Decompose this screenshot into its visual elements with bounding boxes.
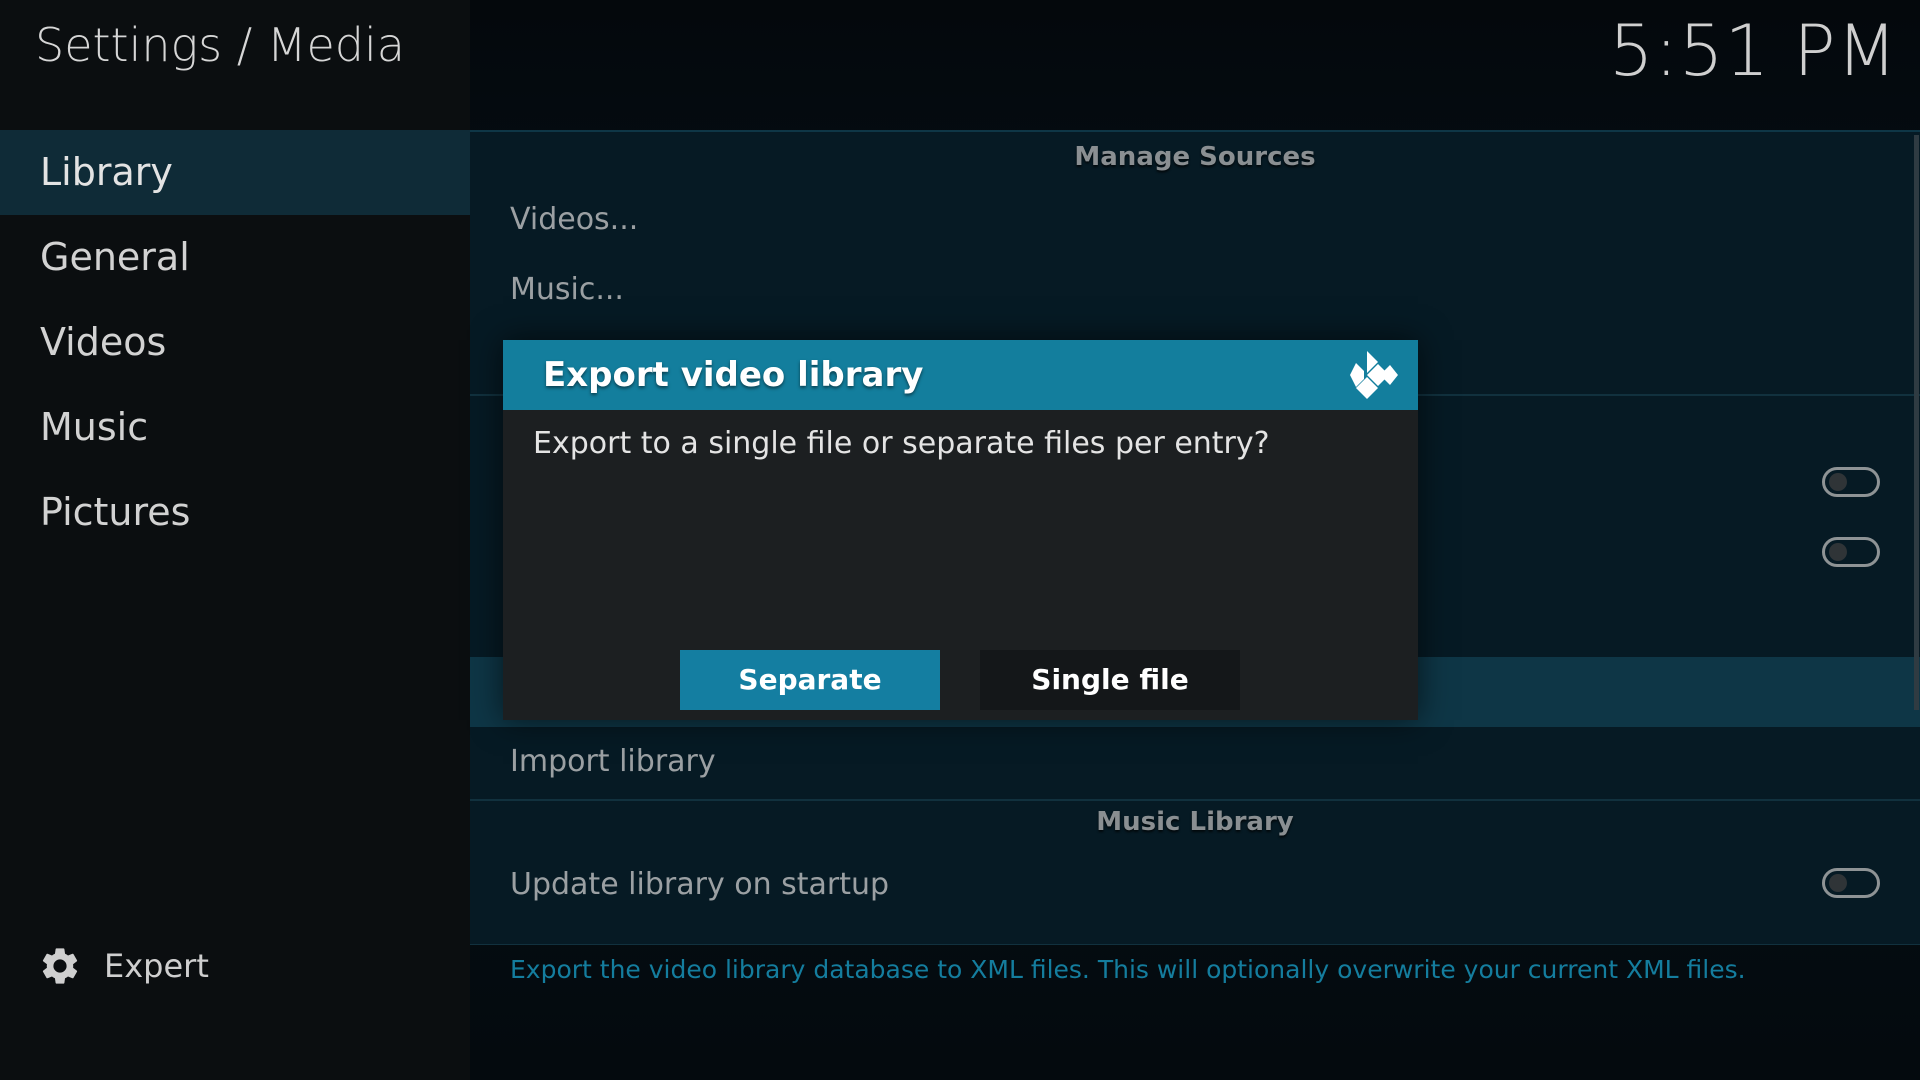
setting-videos-sources[interactable]: Videos...	[470, 185, 1920, 255]
sidebar-item-general[interactable]: General	[0, 215, 470, 300]
sidebar-item-label: Pictures	[40, 490, 191, 534]
sidebar-item-pictures[interactable]: Pictures	[0, 470, 470, 555]
scrollbar[interactable]	[1914, 135, 1919, 710]
sidebar-item-label: Videos	[40, 320, 167, 364]
toggle-knob	[1829, 543, 1847, 561]
divider	[470, 944, 1920, 945]
toggle-knob	[1829, 874, 1847, 892]
gear-icon	[42, 948, 78, 984]
expert-level-button[interactable]: Expert	[38, 942, 209, 990]
setting-music-sources[interactable]: Music...	[470, 255, 1920, 325]
setting-label: Import library	[510, 744, 716, 779]
expert-label: Expert	[104, 947, 209, 985]
kodi-logo-icon	[1350, 351, 1398, 399]
sidebar-item-label: Library	[40, 150, 173, 194]
toggle-knob	[1829, 473, 1847, 491]
setting-label: Music...	[510, 272, 624, 307]
page-title: Settings / Media	[35, 18, 405, 72]
setting-update-library-on-startup[interactable]: Update library on startup	[470, 850, 1920, 920]
sidebar-item-music[interactable]: Music	[0, 385, 470, 470]
export-dialog: Export video library Export to a single …	[503, 340, 1418, 720]
setting-description: Export the video library database to XML…	[510, 955, 1746, 984]
sidebar: Settings / Media Library General Videos …	[0, 0, 470, 1080]
toggle-switch[interactable]	[1822, 467, 1880, 497]
kodi-settings-screen: Settings / Media Library General Videos …	[0, 0, 1920, 1080]
clock: 5:51 PM	[1608, 10, 1898, 92]
setting-import-library[interactable]: Import library	[470, 727, 1920, 797]
separate-button[interactable]: Separate	[680, 650, 940, 710]
dialog-title: Export video library	[543, 355, 924, 395]
divider	[470, 799, 1920, 801]
section-header-manage-sources: Manage Sources	[1074, 142, 1316, 172]
sidebar-item-label: Music	[40, 405, 149, 449]
dialog-header: Export video library	[503, 340, 1418, 410]
sidebar-item-videos[interactable]: Videos	[0, 300, 470, 385]
single-file-button[interactable]: Single file	[980, 650, 1240, 710]
section-header-music-library: Music Library	[1096, 807, 1294, 837]
dialog-message: Export to a single file or separate file…	[533, 426, 1270, 461]
sidebar-item-library[interactable]: Library	[0, 130, 470, 215]
toggle-switch[interactable]	[1822, 537, 1880, 567]
setting-label: Update library on startup	[510, 867, 890, 902]
setting-label: Videos...	[510, 202, 639, 237]
toggle-switch-update-on-startup[interactable]	[1822, 868, 1880, 898]
sidebar-item-label: General	[40, 235, 190, 279]
